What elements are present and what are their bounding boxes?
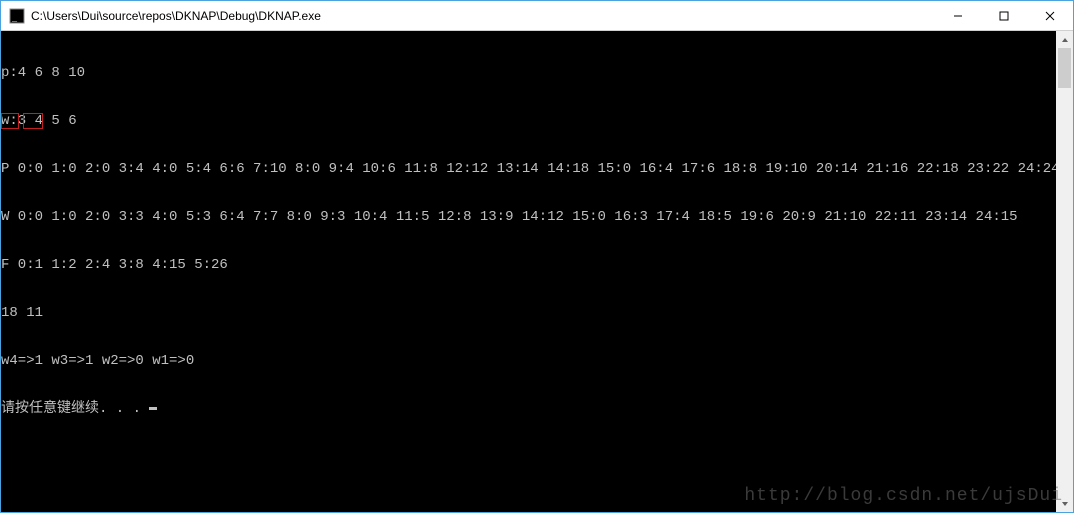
vertical-scrollbar[interactable] — [1056, 31, 1073, 512]
press-any-key-text: 请按任意键继续. . . — [1, 401, 149, 417]
scroll-thumb[interactable] — [1058, 48, 1071, 88]
maximize-button[interactable] — [981, 1, 1027, 30]
close-button[interactable] — [1027, 1, 1073, 30]
console-line: w4=>1 w3=>1 w2=>0 w1=>0 — [1, 353, 1056, 369]
scroll-track[interactable] — [1056, 48, 1073, 495]
console-line: W 0:0 1:0 2:0 3:3 4:0 5:3 6:4 7:7 8:0 9:… — [1, 209, 1056, 225]
scroll-down-button[interactable] — [1056, 495, 1073, 512]
client-area: p:4 6 8 10 w:3 4 5 6 P 0:0 1:0 2:0 3:4 4… — [1, 31, 1073, 512]
console-line: P 0:0 1:0 2:0 3:4 4:0 5:4 6:6 7:10 8:0 9… — [1, 161, 1056, 177]
minimize-button[interactable] — [935, 1, 981, 30]
text-cursor — [149, 407, 157, 410]
console-prompt-line: 请按任意键继续. . . — [1, 401, 1056, 417]
console-line: w:3 4 5 6 — [1, 113, 1056, 129]
titlebar[interactable]: _ C:\Users\Dui\source\repos\DKNAP\Debug\… — [1, 1, 1073, 31]
console-line: F 0:1 1:2 2:4 3:8 4:15 5:26 — [1, 257, 1056, 273]
console-output[interactable]: p:4 6 8 10 w:3 4 5 6 P 0:0 1:0 2:0 3:4 4… — [1, 31, 1056, 512]
console-line: 18 11 — [1, 305, 1056, 321]
console-line: p:4 6 8 10 — [1, 65, 1056, 81]
window-title: C:\Users\Dui\source\repos\DKNAP\Debug\DK… — [31, 9, 935, 23]
console-window: _ C:\Users\Dui\source\repos\DKNAP\Debug\… — [0, 0, 1074, 513]
svg-text:_: _ — [11, 12, 18, 23]
app-icon: _ — [9, 8, 25, 24]
window-controls — [935, 1, 1073, 30]
scroll-up-button[interactable] — [1056, 31, 1073, 48]
